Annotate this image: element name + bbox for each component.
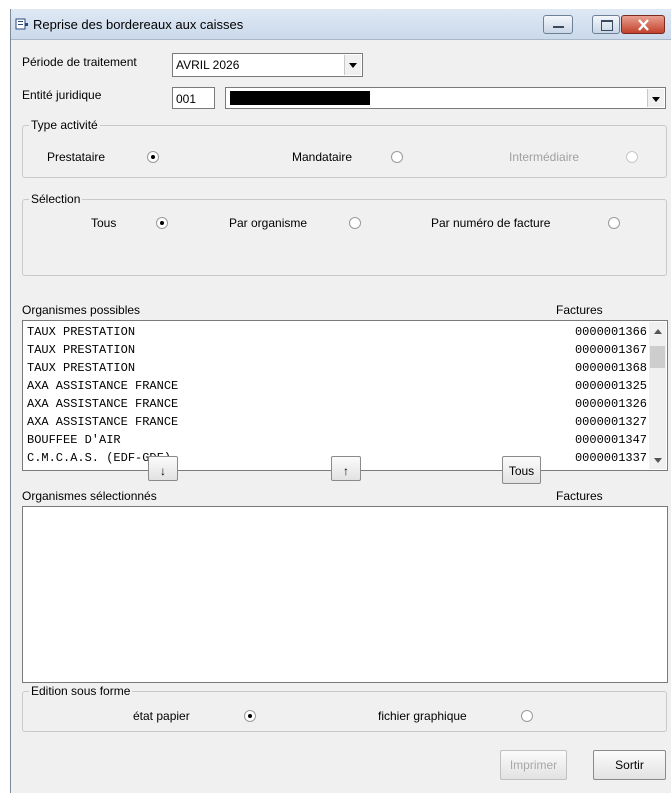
organismes-selectionnes-list[interactable] bbox=[22, 506, 668, 683]
facture-number: 0000001367 bbox=[574, 343, 647, 357]
mandataire-label: Mandataire bbox=[292, 150, 353, 164]
fichier-graphique-radio[interactable] bbox=[521, 710, 533, 722]
par-organisme-radio[interactable] bbox=[349, 217, 361, 229]
prestataire-radio[interactable] bbox=[147, 151, 159, 163]
arrow-down-icon: ↓ bbox=[160, 464, 166, 478]
fichier-graphique-label: fichier graphique bbox=[378, 709, 467, 723]
arrow-up-icon: ↑ bbox=[343, 464, 349, 478]
type-activite-legend: Type activité bbox=[31, 118, 98, 132]
selectionnes-factures-header: Factures bbox=[556, 489, 603, 503]
entite-label: Entité juridique bbox=[22, 88, 102, 102]
list-item[interactable]: TAUX PRESTATION 0000001366 bbox=[27, 323, 647, 341]
organismes-possibles-list[interactable]: TAUX PRESTATION 0000001366 TAUX PRESTATIO… bbox=[22, 320, 668, 471]
print-button[interactable]: Imprimer bbox=[500, 750, 567, 780]
possibles-factures-header: Factures bbox=[556, 303, 603, 317]
list-item[interactable]: TAUX PRESTATION 0000001368 bbox=[27, 359, 647, 377]
facture-number: 0000001337 bbox=[574, 451, 647, 465]
facture-number: 0000001366 bbox=[574, 325, 647, 339]
facture-number: 0000001368 bbox=[574, 361, 647, 375]
organisme-name: BOUFFEE D'AIR bbox=[27, 433, 121, 447]
maximize-button[interactable] bbox=[592, 15, 620, 34]
etat-papier-label: état papier bbox=[133, 709, 190, 723]
facture-number: 0000001326 bbox=[574, 397, 647, 411]
maximize-icon bbox=[601, 20, 613, 31]
par-organisme-label: Par organisme bbox=[229, 216, 308, 230]
chevron-down-icon[interactable] bbox=[344, 55, 361, 75]
select-all-button[interactable]: Tous bbox=[502, 456, 541, 484]
facture-number: 0000001327 bbox=[574, 415, 647, 429]
possibles-header: Organismes possibles bbox=[22, 303, 141, 317]
list-item[interactable]: AXA ASSISTANCE FRANCE 0000001326 bbox=[27, 395, 647, 413]
etat-papier-radio[interactable] bbox=[244, 710, 256, 722]
entite-code-field[interactable]: 001 bbox=[172, 87, 215, 109]
scroll-up-icon[interactable] bbox=[649, 322, 666, 339]
organisme-name: TAUX PRESTATION bbox=[27, 325, 136, 339]
edition-group: Edition sous forme bbox=[22, 684, 667, 732]
organisme-name: TAUX PRESTATION bbox=[27, 361, 136, 375]
prestataire-label: Prestataire bbox=[47, 150, 106, 164]
edition-legend: Edition sous forme bbox=[31, 684, 131, 698]
move-up-button[interactable]: ↑ bbox=[331, 456, 361, 481]
par-facture-radio[interactable] bbox=[608, 217, 620, 229]
scroll-down-icon[interactable] bbox=[649, 452, 666, 469]
print-label: Imprimer bbox=[509, 758, 558, 772]
selection-group: Sélection bbox=[22, 192, 667, 276]
organisme-name: AXA ASSISTANCE FRANCE bbox=[27, 397, 179, 411]
entite-name-select[interactable] bbox=[225, 87, 666, 109]
periode-select[interactable]: AVRIL 2026 bbox=[172, 53, 363, 77]
organisme-name: AXA ASSISTANCE FRANCE bbox=[27, 379, 179, 393]
periode-label: Période de traitement bbox=[22, 55, 137, 69]
organisme-name: TAUX PRESTATION bbox=[27, 343, 136, 357]
move-down-button[interactable]: ↓ bbox=[148, 456, 178, 481]
scrollbar-thumb[interactable] bbox=[650, 346, 665, 368]
close-icon bbox=[638, 19, 649, 31]
intermediaire-radio bbox=[626, 151, 638, 163]
facture-number: 0000001347 bbox=[574, 433, 647, 447]
minimize-icon bbox=[553, 26, 564, 28]
title-bar[interactable]: Reprise des bordereaux aux caisses bbox=[11, 9, 671, 40]
chevron-down-icon[interactable] bbox=[647, 89, 664, 107]
intermediaire-label: Intermédiaire bbox=[509, 150, 580, 164]
select-all-label: Tous bbox=[508, 464, 535, 478]
mandataire-radio[interactable] bbox=[391, 151, 403, 163]
organisme-name: AXA ASSISTANCE FRANCE bbox=[27, 415, 179, 429]
par-facture-label: Par numéro de facture bbox=[431, 216, 551, 230]
redacted-entity-name bbox=[230, 91, 370, 105]
app-icon bbox=[15, 18, 28, 30]
periode-value: AVRIL 2026 bbox=[176, 58, 240, 72]
list-item[interactable]: AXA ASSISTANCE FRANCE 0000001327 bbox=[27, 413, 647, 431]
list-item[interactable]: TAUX PRESTATION 0000001367 bbox=[27, 341, 647, 359]
close-button[interactable] bbox=[621, 15, 665, 34]
list-item[interactable]: AXA ASSISTANCE FRANCE 0000001325 bbox=[27, 377, 647, 395]
exit-label: Sortir bbox=[615, 758, 644, 772]
minimize-button[interactable] bbox=[543, 15, 573, 34]
dialog-window: Reprise des bordereaux aux caisses Pério… bbox=[10, 9, 671, 793]
selectionnes-header: Organismes sélectionnés bbox=[22, 489, 157, 503]
entite-code-value: 001 bbox=[176, 92, 197, 106]
list-item[interactable]: BOUFFEE D'AIR 0000001347 bbox=[27, 431, 647, 449]
facture-number: 0000001325 bbox=[574, 379, 647, 393]
vertical-scrollbar[interactable] bbox=[649, 322, 666, 469]
window-title: Reprise des bordereaux aux caisses bbox=[33, 17, 244, 32]
selection-legend: Sélection bbox=[31, 192, 81, 206]
exit-button[interactable]: Sortir bbox=[593, 750, 666, 780]
type-activite-group: Type activité bbox=[22, 118, 667, 178]
tous-radio[interactable] bbox=[156, 217, 168, 229]
tous-label: Tous bbox=[91, 216, 117, 230]
